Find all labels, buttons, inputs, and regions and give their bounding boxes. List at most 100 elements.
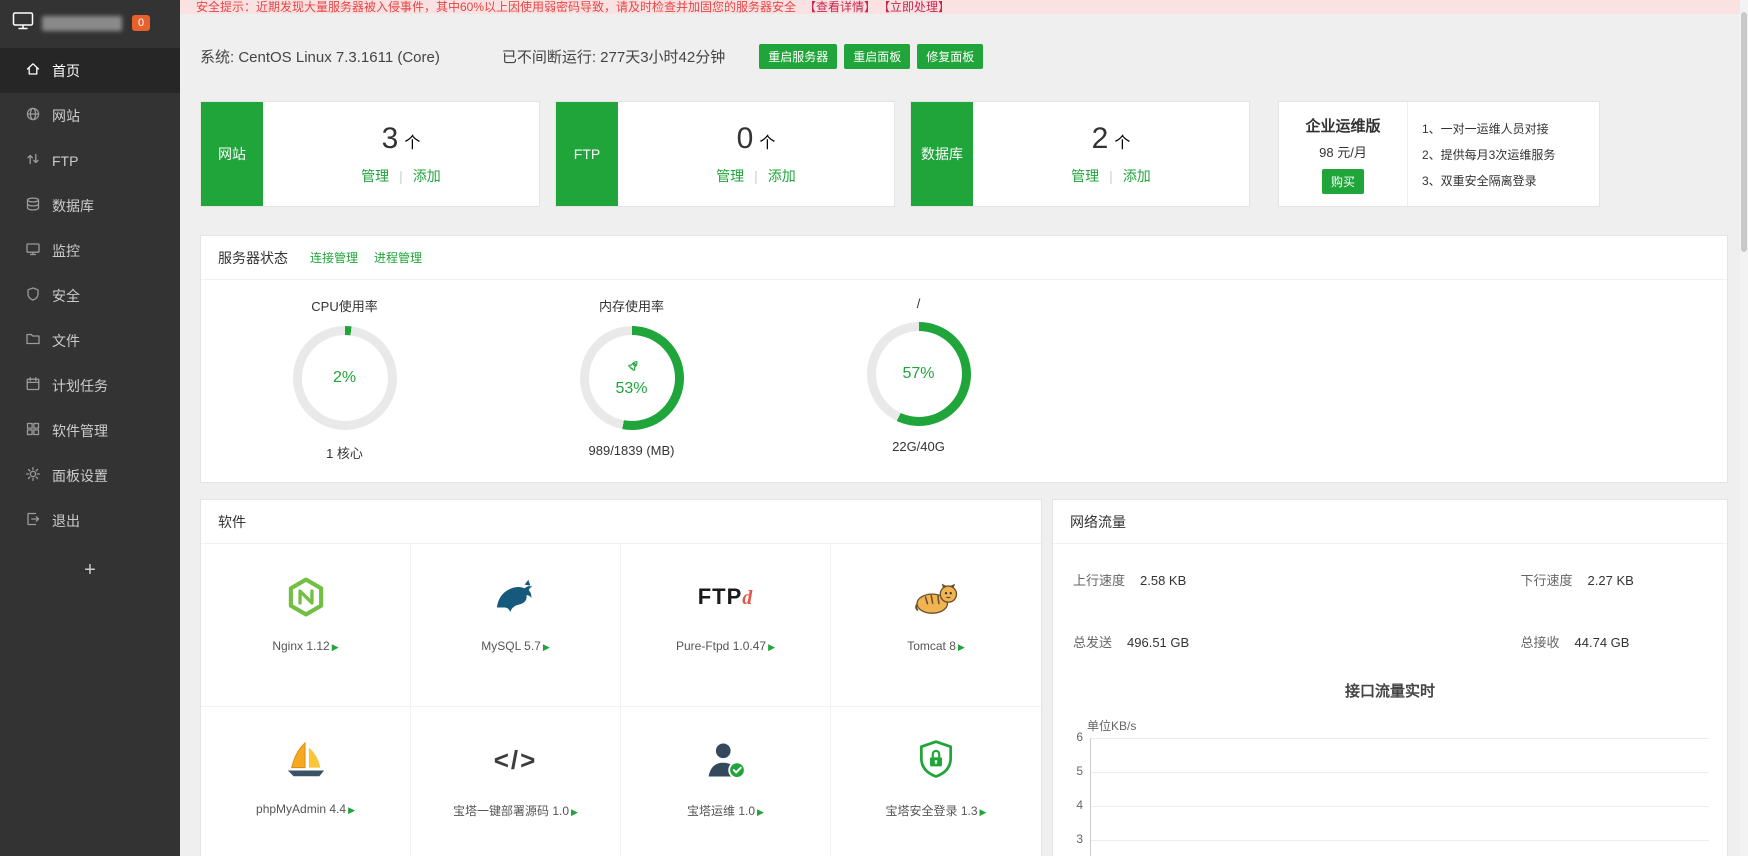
content: 系统: CentOS Linux 7.3.1611 (Core) 已不间断运行:…	[180, 44, 1748, 856]
disk-gauge: / 57% 22G/40G	[775, 296, 1062, 462]
software-tile-deploy-code[interactable]: </> 宝塔一键部署源码 1.0▶	[411, 707, 621, 856]
phpmyadmin-icon	[283, 734, 329, 786]
repair-panel-button[interactable]: 修复面板	[917, 44, 983, 69]
promo-feature: 2、提供每月3次运维服务	[1422, 146, 1599, 163]
sidebar-item-website[interactable]: 网站	[0, 93, 180, 138]
sidebar-item-label: 数据库	[52, 196, 94, 216]
network-traffic-panel: 网络流量 上行速度2.58 KB 下行速度2.27 KB 总发送496.51 G…	[1052, 499, 1728, 856]
traffic-chart: 6 5 4 3	[1053, 738, 1727, 856]
software-tile-mysql[interactable]: MySQL 5.7▶	[411, 544, 621, 707]
software-tile-phpmyadmin[interactable]: phpMyAdmin 4.4▶	[201, 707, 411, 856]
ftp-manage-link[interactable]: 管理	[716, 168, 744, 184]
software-tile-ops[interactable]: 宝塔运维 1.0▶	[621, 707, 831, 856]
security-notice-banner: 安全提示：近期发现大量服务器被入侵事件，其中60%以上因使用弱密码导致，请及时检…	[180, 0, 1748, 14]
upload-speed-label: 上行速度	[1073, 573, 1125, 588]
folder-icon	[25, 331, 52, 350]
sidebar-item-files[interactable]: 文件	[0, 318, 180, 363]
website-add-link[interactable]: 添加	[413, 168, 441, 184]
calendar-icon	[25, 376, 52, 395]
sidebar-item-label: 退出	[52, 511, 80, 531]
notice-action-link[interactable]: 【立即处理】	[884, 0, 950, 14]
message-count-badge[interactable]: 0	[132, 15, 150, 31]
nginx-icon	[284, 571, 328, 623]
uptime-text: 已不间断运行: 277天3小时42分钟	[502, 46, 725, 67]
monitor-logo-icon	[12, 11, 34, 36]
promo-card-enterprise: 企业运维版 98 元/月 购买 1、一对一运维人员对接 2、提供每月3次运维服务…	[1278, 101, 1600, 207]
download-speed-label: 下行速度	[1521, 573, 1573, 588]
sidebar-item-label: 面板设置	[52, 466, 108, 486]
caret-icon: ▶	[332, 642, 339, 652]
upload-speed-value: 2.58 KB	[1140, 573, 1186, 588]
software-tile-secure-login[interactable]: 宝塔安全登录 1.3▶	[831, 707, 1041, 856]
stat-card-type: 数据库	[911, 102, 973, 206]
memory-ring[interactable]: 53%	[580, 326, 684, 430]
software-tile-tomcat[interactable]: Tomcat 8▶	[831, 544, 1041, 707]
server-status-title: 服务器状态	[218, 248, 288, 268]
sidebar-nav: 首页 网站 FTP 数据库 监控 安全 文件 计划任务	[0, 48, 180, 543]
software-grid: Nginx 1.12▶ MySQL 5.7▶ FTPd Pure-Ftpd 1.…	[201, 544, 1041, 856]
code-icon: </>	[494, 734, 538, 786]
sidebar-item-label: 计划任务	[52, 376, 108, 396]
cpu-ring: 2%	[293, 326, 397, 430]
sidebar-item-settings[interactable]: 面板设置	[0, 453, 180, 498]
promo-price: 98 元/月	[1319, 142, 1367, 161]
traffic-chart-title: 接口流量实时	[1053, 680, 1727, 701]
sidebar-item-label: FTP	[52, 153, 78, 169]
sidebar-item-software[interactable]: 软件管理	[0, 408, 180, 453]
caret-icon: ▶	[980, 807, 987, 817]
rocket-icon	[619, 356, 643, 381]
server-status-panel: 服务器状态 连接管理 进程管理 CPU使用率 2% 1 核心 内存使用率	[200, 235, 1728, 483]
memory-gauge: 内存使用率 53% 989/1839 (MB)	[488, 296, 775, 462]
sidebar-item-cron[interactable]: 计划任务	[0, 363, 180, 408]
caret-icon: ▶	[757, 807, 764, 817]
process-manage-link[interactable]: 进程管理	[374, 249, 422, 266]
download-speed-value: 2.27 KB	[1588, 573, 1634, 588]
disk-ring: 57%	[867, 322, 971, 426]
sidebar-item-security[interactable]: 安全	[0, 273, 180, 318]
sidebar-item-ftp[interactable]: FTP	[0, 138, 180, 183]
sidebar: 0 首页 网站 FTP 数据库 监控 安全 文件	[0, 0, 180, 856]
sidebar-item-label: 监控	[52, 241, 80, 261]
notice-detail-link[interactable]: 【查看详情】	[804, 0, 876, 14]
sidebar-item-database[interactable]: 数据库	[0, 183, 180, 228]
sidebar-add-button[interactable]: +	[0, 559, 180, 582]
stat-card-website: 网站 3个 管理|添加	[200, 101, 540, 207]
logo-row: 0	[0, 0, 180, 46]
sidebar-item-label: 首页	[52, 61, 80, 81]
stat-card-ftp: FTP 0个 管理|添加	[555, 101, 895, 207]
y-tick: 3	[1053, 832, 1083, 856]
software-panel: 软件 Nginx 1.12▶ MySQL 5.7▶	[200, 499, 1042, 856]
sidebar-item-home[interactable]: 首页	[0, 48, 180, 93]
restart-panel-button[interactable]: 重启面板	[844, 44, 910, 69]
main-area: 安全提示：近期发现大量服务器被入侵事件，其中60%以上因使用弱密码导致，请及时检…	[180, 0, 1748, 856]
software-tile-pureftpd[interactable]: FTPd Pure-Ftpd 1.0.47▶	[621, 544, 831, 707]
caret-icon: ▶	[768, 642, 775, 652]
transfer-icon	[25, 151, 52, 170]
sidebar-item-logout[interactable]: 退出	[0, 498, 180, 543]
system-info-row: 系统: CentOS Linux 7.3.1611 (Core) 已不间断运行:…	[200, 44, 1728, 69]
restart-server-button[interactable]: 重启服务器	[759, 44, 837, 69]
ftp-add-link[interactable]: 添加	[768, 168, 796, 184]
software-tile-nginx[interactable]: Nginx 1.12▶	[201, 544, 411, 707]
database-icon	[25, 196, 52, 215]
shield-lock-icon	[914, 734, 958, 786]
website-manage-link[interactable]: 管理	[361, 168, 389, 184]
notice-text: 安全提示：近期发现大量服务器被入侵事件，其中60%以上因使用弱密码导致，请及时检…	[196, 0, 796, 14]
promo-buy-button[interactable]: 购买	[1322, 169, 1364, 194]
stat-cards-row: 网站 3个 管理|添加 FTP 0个 管理|添加 数据库 2个 管理|添加	[200, 101, 1728, 207]
database-add-link[interactable]: 添加	[1123, 168, 1151, 184]
total-sent-value: 496.51 GB	[1127, 635, 1189, 650]
sidebar-item-monitor[interactable]: 监控	[0, 228, 180, 273]
logout-icon	[25, 511, 52, 530]
sidebar-item-label: 软件管理	[52, 421, 108, 441]
y-tick: 5	[1053, 764, 1083, 798]
mysql-icon	[493, 571, 539, 623]
total-received-value: 44.74 GB	[1575, 635, 1630, 650]
database-manage-link[interactable]: 管理	[1071, 168, 1099, 184]
connection-manage-link[interactable]: 连接管理	[310, 249, 358, 266]
caret-icon: ▶	[571, 807, 578, 817]
scrollbar-thumb[interactable]	[1741, 12, 1747, 252]
grid-icon	[25, 421, 52, 440]
caret-icon: ▶	[543, 642, 550, 652]
gear-icon	[25, 466, 52, 485]
